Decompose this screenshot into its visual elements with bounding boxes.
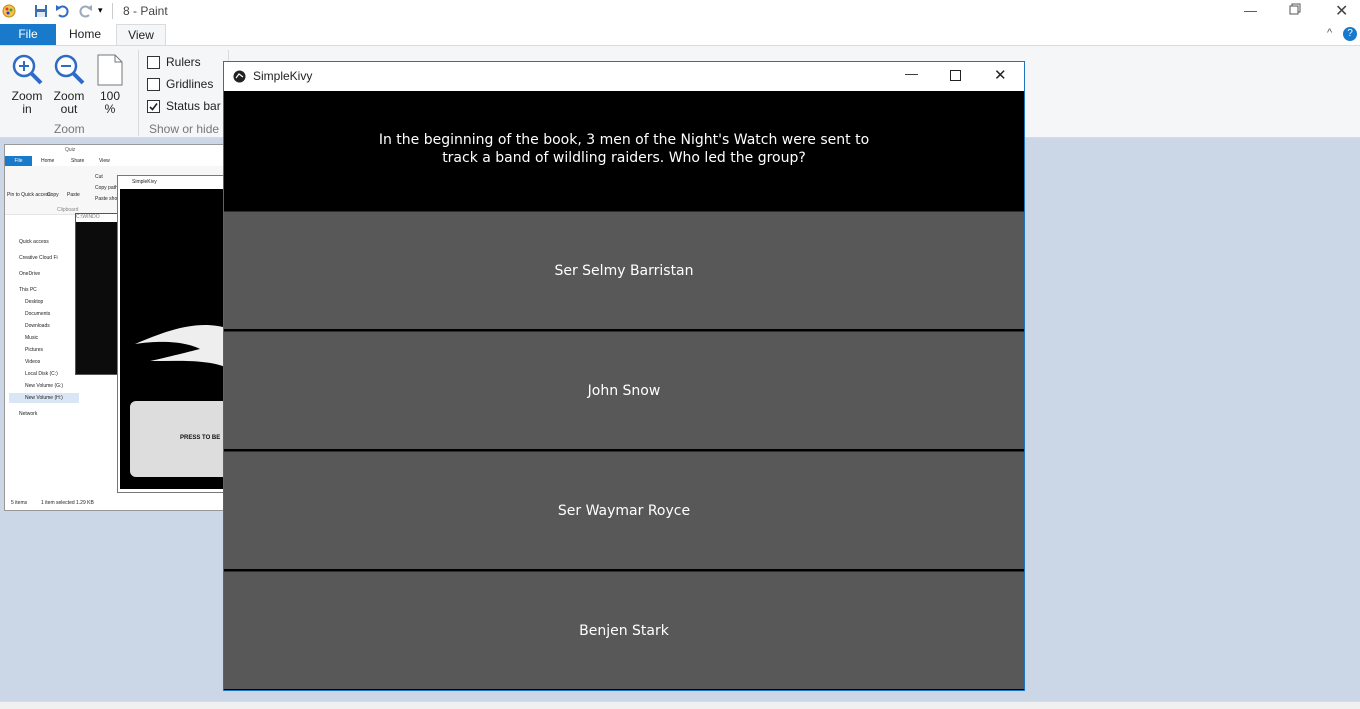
explorer-cut-label: Cut bbox=[95, 174, 103, 180]
nav-pictures: Pictures bbox=[25, 347, 44, 353]
explorer-tab-share: Share bbox=[71, 158, 85, 164]
show-hide-group-label: Show or hide bbox=[149, 122, 220, 136]
zoom-out-icon bbox=[52, 52, 86, 91]
kivy-minimize-button[interactable]: — bbox=[905, 66, 918, 81]
tab-file[interactable]: File bbox=[0, 24, 56, 45]
answer-button-2[interactable]: John Snow bbox=[224, 331, 1024, 449]
explorer-pin-label: Pin to Quick access bbox=[7, 192, 51, 198]
nav-creative-cloud: Creative Cloud Fi bbox=[19, 255, 58, 261]
nav-desktop: Desktop bbox=[25, 299, 44, 305]
zoom-in-label-2: in bbox=[22, 102, 32, 116]
answer-button-3[interactable]: Ser Waymar Royce bbox=[224, 451, 1024, 569]
title-divider bbox=[112, 3, 113, 19]
collapse-ribbon-icon[interactable]: ^ bbox=[1327, 27, 1332, 39]
minimize-button[interactable]: — bbox=[1244, 3, 1257, 18]
pasted-status-selected: 1 item selected 1.29 KB bbox=[41, 500, 94, 506]
kivy-content: In the beginning of the book, 3 men of t… bbox=[224, 91, 1024, 690]
explorer-tab-view: View bbox=[99, 158, 110, 164]
nav-music: Music bbox=[25, 335, 39, 341]
gridlines-label: Gridlines bbox=[166, 77, 214, 91]
explorer-copy-label: Copy bbox=[47, 192, 59, 198]
question-text: In the beginning of the book, 3 men of t… bbox=[378, 132, 870, 166]
nav-network: Network bbox=[19, 411, 38, 417]
window-title: 8 - Paint bbox=[123, 4, 168, 18]
nav-videos: Videos bbox=[25, 359, 41, 365]
answer-button-1[interactable]: Ser Selmy Barristan bbox=[224, 211, 1024, 329]
nav-onedrive: OneDrive bbox=[19, 271, 41, 277]
redo-icon[interactable] bbox=[77, 4, 93, 23]
kivy-titlebar: SimpleKivy — ✕ bbox=[224, 62, 1024, 91]
explorer-tab-file: File bbox=[5, 156, 32, 166]
zoom-out-label-2: out bbox=[60, 102, 78, 116]
gridlines-checkbox[interactable] bbox=[147, 78, 160, 91]
pasted-image: Quiz File Home Share View Pin to Quick a… bbox=[4, 144, 230, 511]
page-icon bbox=[97, 54, 123, 91]
help-icon[interactable]: ? bbox=[1343, 27, 1357, 41]
wing-logo-icon bbox=[135, 324, 229, 369]
pasted-kivy-title: SimpleKivy bbox=[132, 179, 157, 185]
nav-documents: Documents bbox=[25, 311, 51, 317]
nav-this-pc: This PC bbox=[19, 287, 37, 293]
kivy-window: SimpleKivy — ✕ In the beginning of the b… bbox=[223, 61, 1025, 691]
status-bar-checkbox[interactable] bbox=[147, 100, 160, 113]
kivy-close-button[interactable]: ✕ bbox=[994, 66, 1007, 84]
save-icon[interactable] bbox=[34, 4, 48, 23]
zoom-in-icon bbox=[10, 52, 44, 91]
rulers-checkbox[interactable] bbox=[147, 56, 160, 69]
ribbon-tabs: File Home View ^ ? bbox=[0, 24, 1360, 45]
pasted-kivy-window: SimpleKivy PRESS TO BE bbox=[117, 175, 229, 493]
zoom-group-label: Zoom bbox=[54, 122, 85, 136]
kivy-maximize-button[interactable] bbox=[950, 70, 961, 81]
nav-local-disk: Local Disk (C:) bbox=[25, 371, 58, 377]
tab-home[interactable]: Home bbox=[62, 24, 108, 45]
status-bar-label: Status bar bbox=[166, 99, 221, 113]
answer-button-4[interactable]: Benjen Stark bbox=[224, 571, 1024, 689]
nav-volume-g: New Volume (G:) bbox=[25, 383, 64, 389]
nav-quick-access: Quick access bbox=[19, 239, 49, 245]
nav-downloads: Downloads bbox=[25, 323, 50, 329]
paint-titlebar: ▾ 8 - Paint — ✕ bbox=[0, 0, 1360, 24]
close-button[interactable]: ✕ bbox=[1335, 1, 1348, 21]
zoom-100-label-2: % bbox=[104, 102, 116, 116]
undo-icon[interactable] bbox=[55, 4, 71, 23]
kivy-window-title: SimpleKivy bbox=[253, 69, 313, 83]
group-divider bbox=[138, 50, 139, 136]
pasted-press-label: PRESS TO BE bbox=[180, 435, 221, 441]
checkmark-icon bbox=[149, 103, 158, 111]
paint-app-icon bbox=[2, 4, 16, 23]
kivy-app-icon bbox=[233, 70, 246, 88]
rulers-label: Rulers bbox=[166, 55, 201, 69]
explorer-paste-label: Paste bbox=[67, 192, 80, 198]
nav-volume-h: New Volume (H:) bbox=[25, 395, 63, 401]
explorer-copypath-label: Copy path bbox=[95, 185, 118, 191]
tab-view[interactable]: View bbox=[116, 24, 166, 45]
customize-qat-icon[interactable]: ▾ bbox=[98, 5, 103, 16]
pasted-status-items: 5 items bbox=[11, 500, 28, 506]
explorer-title: Quiz bbox=[65, 147, 76, 153]
explorer-tab-home: Home bbox=[41, 158, 55, 164]
restore-button[interactable] bbox=[1289, 2, 1301, 21]
